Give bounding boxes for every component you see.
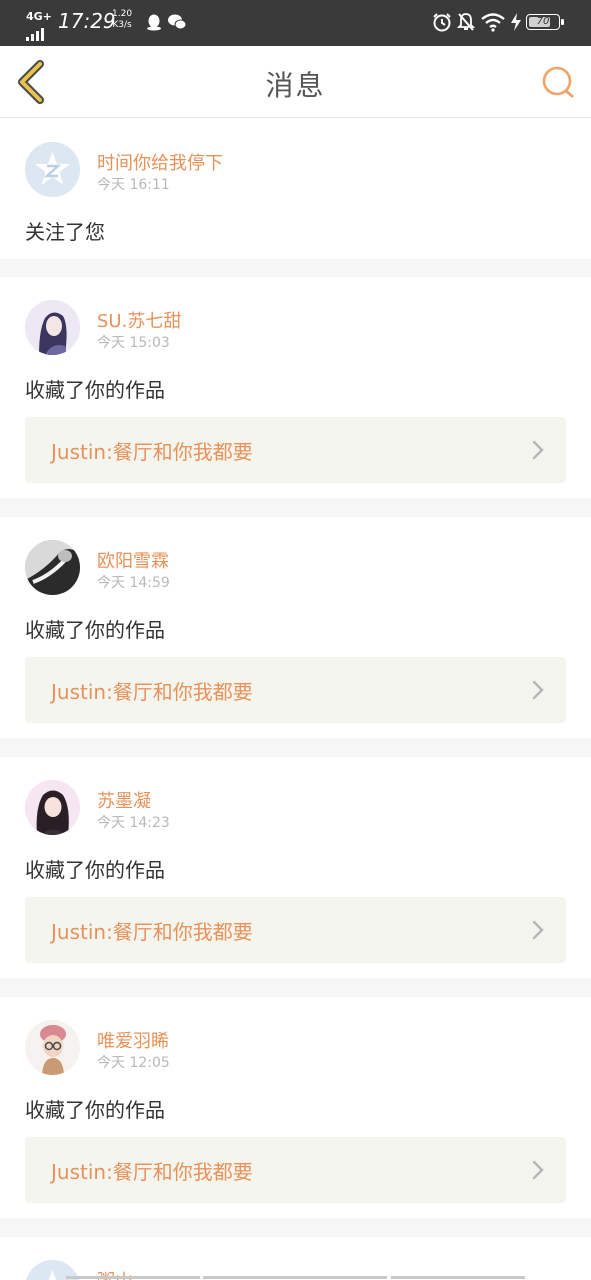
work-title: Justin:餐厅和你我都要 — [51, 920, 253, 944]
message-action: 收藏了你的作品 — [25, 618, 165, 642]
page-title: 消息 — [265, 69, 326, 102]
search-icon[interactable] — [540, 64, 576, 100]
work-title: Justin:餐厅和你我都要 — [51, 680, 253, 704]
message-time: 今天 14:23 — [97, 815, 170, 831]
work-title: Justin:餐厅和你我都要 — [51, 1160, 253, 1184]
message-action: 收藏了你的作品 — [25, 1098, 165, 1122]
message-time: 今天 15:03 — [97, 335, 170, 351]
chevron-right-icon — [532, 440, 544, 460]
battery-level: 70 — [536, 16, 550, 27]
qq-icon — [147, 14, 161, 31]
mute-bell-icon — [456, 13, 476, 31]
scroll-indicator — [203, 1276, 387, 1279]
network-type: 4G+ — [26, 10, 52, 23]
work-link[interactable]: Justin:餐厅和你我都要 — [25, 657, 566, 723]
avatar[interactable] — [25, 300, 80, 355]
message-action: 收藏了你的作品 — [25, 378, 165, 402]
work-link[interactable]: Justin:餐厅和你我都要 — [25, 1137, 566, 1203]
user-photo — [25, 300, 80, 355]
wechat-icon — [168, 14, 187, 30]
user-photo — [25, 1020, 80, 1075]
user-photo — [25, 540, 80, 595]
message-card[interactable]: 唯爱羽睎 今天 12:05 收藏了你的作品 Justin:餐厅和你我都要 — [0, 997, 591, 1218]
default-avatar-icon — [25, 142, 80, 197]
message-action: 收藏了你的作品 — [25, 858, 165, 882]
alarm-icon — [433, 13, 451, 32]
message-time: 今天 16:11 — [97, 177, 170, 193]
avatar[interactable] — [25, 142, 80, 197]
user-name[interactable]: SU.苏七甜 — [97, 307, 181, 333]
avatar[interactable] — [25, 780, 80, 835]
message-action: 关注了您 — [25, 220, 105, 244]
work-title: Justin:餐厅和你我都要 — [51, 440, 253, 464]
work-link[interactable]: Justin:餐厅和你我都要 — [25, 897, 566, 963]
status-bar: 4G+ 17:29 1.20 K3/s 70 — [0, 0, 591, 46]
chevron-right-icon — [532, 680, 544, 700]
work-link[interactable]: Justin:餐厅和你我都要 — [25, 417, 566, 483]
header-bar: 消息 — [0, 46, 591, 118]
chevron-right-icon — [532, 1160, 544, 1180]
avatar[interactable] — [25, 1020, 80, 1075]
user-photo — [25, 780, 80, 835]
user-name[interactable]: 苏墨凝 — [97, 787, 151, 813]
message-card[interactable]: SU.苏七甜 今天 15:03 收藏了你的作品 Justin:餐厅和你我都要 — [0, 277, 591, 498]
message-card[interactable]: 粥山 — [0, 1237, 591, 1280]
message-time: 今天 12:05 — [97, 1055, 170, 1071]
clock: 17:29 — [58, 9, 116, 33]
message-time: 今天 14:59 — [97, 575, 170, 591]
network-speed-unit: K3/s — [112, 20, 132, 30]
charging-icon — [511, 13, 521, 31]
user-name[interactable]: 时间你给我停下 — [97, 149, 223, 175]
user-name[interactable]: 唯爱羽睎 — [97, 1027, 169, 1053]
scroll-indicator — [391, 1276, 525, 1279]
wifi-icon — [481, 13, 505, 32]
network-speed-value: 1.20 — [112, 9, 133, 19]
scroll-indicator — [66, 1276, 200, 1279]
network-speed: 1.20 K3/s — [112, 9, 132, 31]
message-card[interactable]: 时间你给我停下 今天 16:11 关注了您 — [0, 118, 591, 259]
battery-icon: 70 — [526, 14, 564, 30]
chevron-right-icon — [532, 920, 544, 940]
message-card[interactable]: 苏墨凝 今天 14:23 收藏了你的作品 Justin:餐厅和你我都要 — [0, 757, 591, 978]
avatar[interactable] — [25, 540, 80, 595]
message-card[interactable]: 欧阳雪霖 今天 14:59 收藏了你的作品 Justin:餐厅和你我都要 — [0, 517, 591, 738]
user-name[interactable]: 欧阳雪霖 — [97, 547, 169, 573]
signal-icon — [26, 22, 46, 41]
